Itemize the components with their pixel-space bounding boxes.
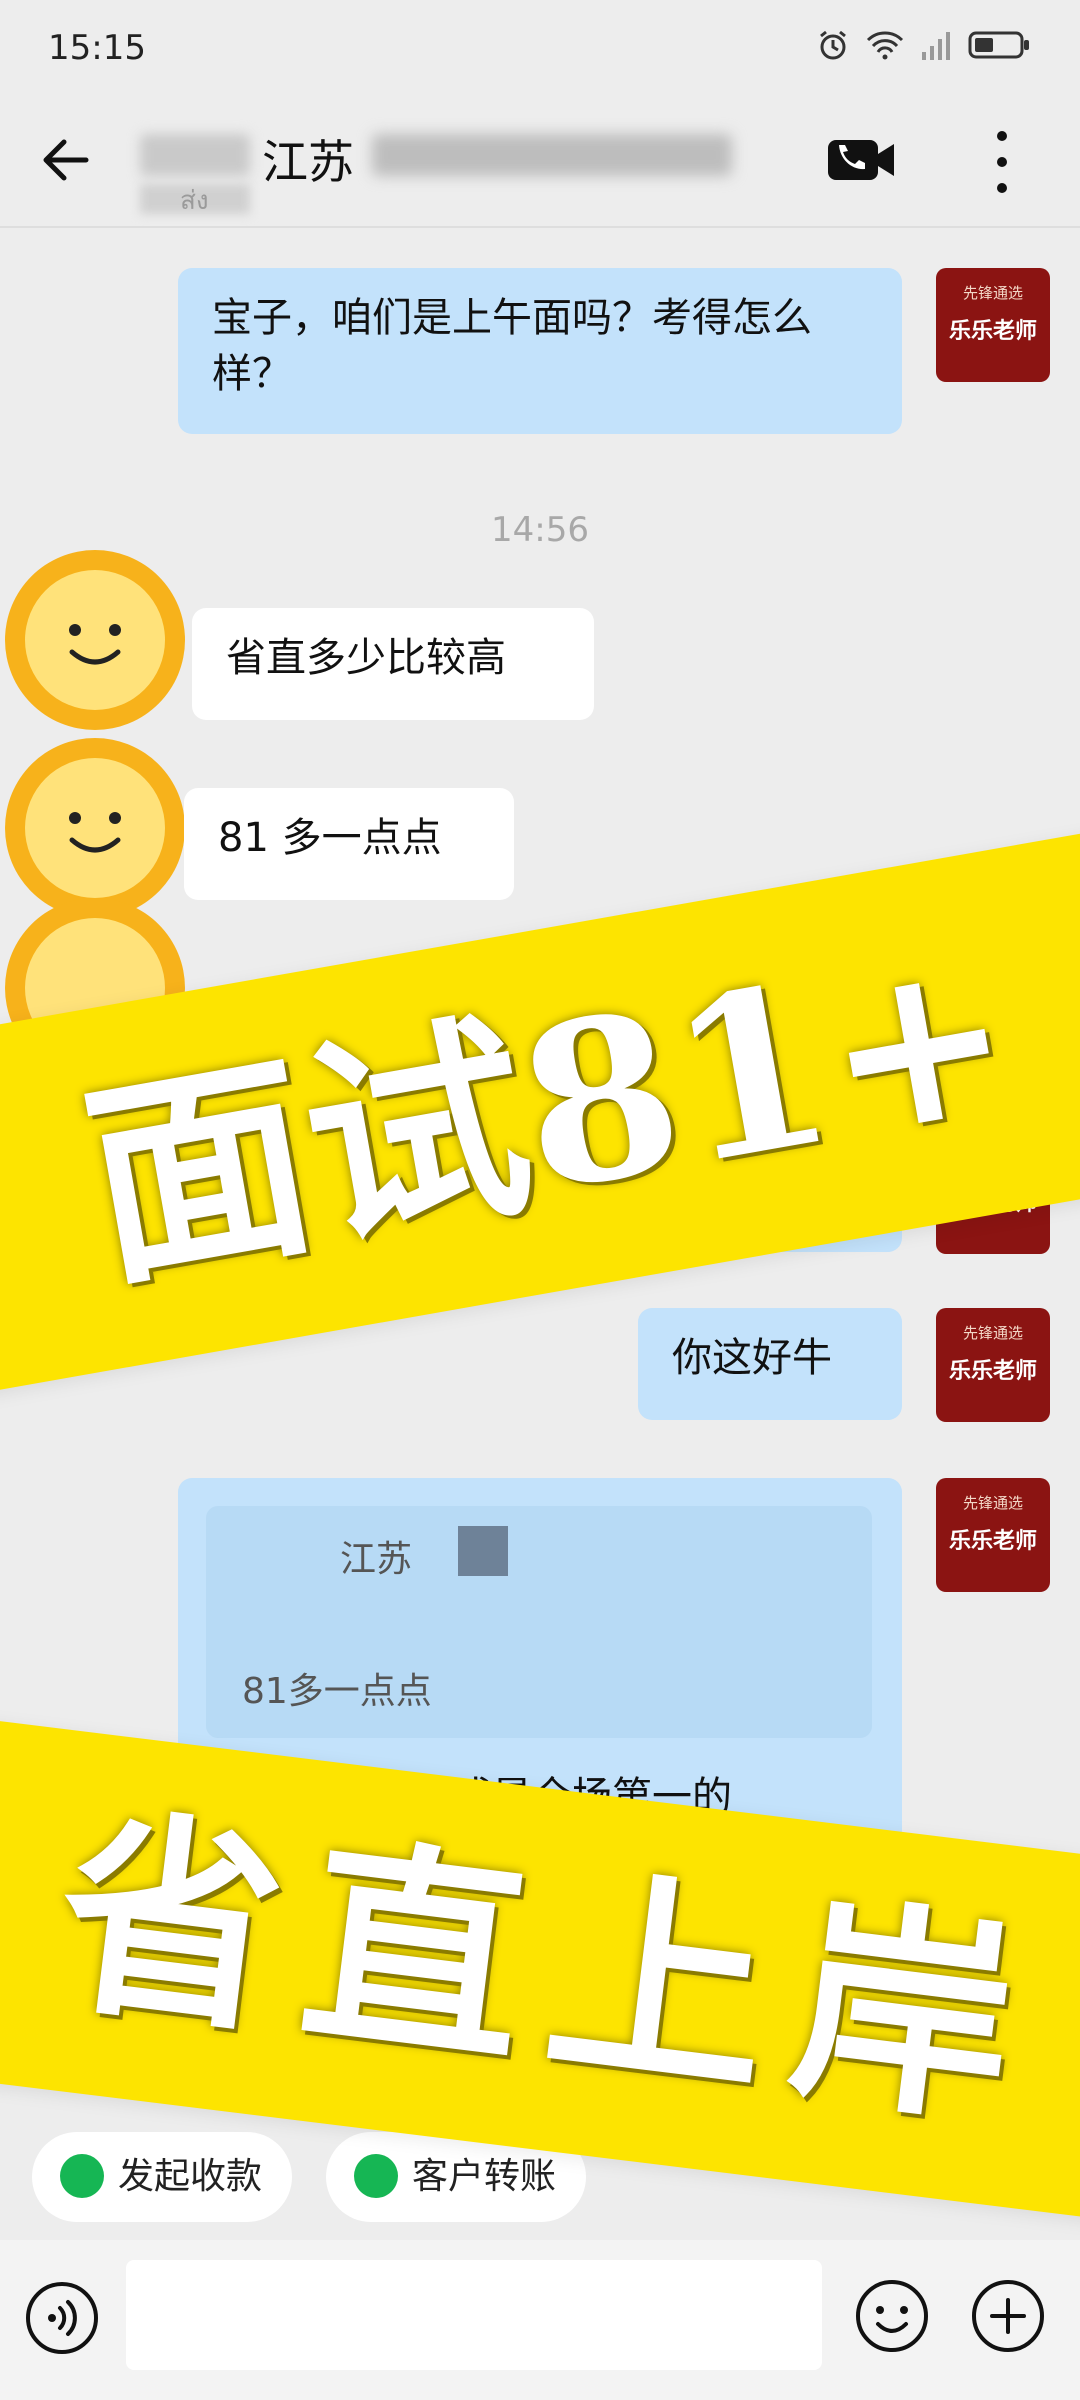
yuan-icon bbox=[60, 2154, 104, 2198]
plus-icon[interactable] bbox=[968, 2276, 1048, 2356]
title-redacted-prefix bbox=[140, 134, 250, 176]
quick-action-collect-payment[interactable]: 发起收款 bbox=[32, 2132, 293, 2222]
message-bubble[interactable]: 省直多少比较高 bbox=[192, 608, 594, 720]
message-text: 81 多一点点 bbox=[218, 815, 442, 861]
message-text: 省直多少比较高 bbox=[226, 635, 506, 681]
wifi-icon bbox=[866, 31, 904, 60]
message-bubble[interactable]: 81 多一点点 bbox=[184, 788, 514, 900]
quote-sender-redacted bbox=[458, 1526, 508, 1576]
signal-icon bbox=[922, 32, 950, 60]
transfer-icon bbox=[354, 2154, 398, 2198]
chat-title: 江苏 bbox=[262, 135, 354, 189]
avatar-name: 乐乐老师 bbox=[948, 1529, 1037, 1554]
status-bar: 15:15 bbox=[0, 0, 1080, 90]
avatar[interactable]: 先锋通选 乐乐老师 bbox=[936, 1478, 1050, 1592]
message-text: 宝子，咱们是上午面吗？考得怎么样？ bbox=[212, 295, 812, 397]
quote-sender: 江苏 bbox=[340, 1539, 413, 1580]
avatar-brand: 先锋通选 bbox=[962, 1324, 1023, 1342]
avatar[interactable]: 先锋通选 乐乐老师 bbox=[936, 1308, 1050, 1422]
message-text: 你这好牛 bbox=[672, 1335, 832, 1381]
video-call-icon[interactable] bbox=[826, 130, 896, 190]
avatar-brand: 先锋通选 bbox=[962, 284, 1023, 302]
title-redacted-suffix bbox=[372, 134, 732, 176]
status-time: 15:15 bbox=[48, 28, 146, 68]
message-input[interactable] bbox=[126, 2260, 822, 2370]
avatar[interactable]: 先锋通选 乐乐老师 bbox=[936, 268, 1050, 382]
avatar-name: 乐乐老师 bbox=[948, 319, 1037, 344]
quote-text: 81多一点点 bbox=[242, 1671, 432, 1712]
quick-action-label: 客户转账 bbox=[412, 2156, 557, 2197]
quoted-message[interactable]: 江苏 81多一点点 bbox=[206, 1506, 872, 1738]
quick-action-label: 发起收款 bbox=[118, 2156, 263, 2197]
chat-header: 江苏 ส่ง bbox=[0, 90, 1080, 228]
message-bubble[interactable]: 你这好牛 bbox=[638, 1308, 902, 1420]
voice-input-icon[interactable] bbox=[22, 2278, 102, 2358]
avatar-name: 乐乐老师 bbox=[948, 1359, 1037, 1384]
alarm-icon bbox=[820, 30, 846, 60]
avatar-brand: 先锋通选 bbox=[962, 1494, 1023, 1512]
emoji-icon[interactable] bbox=[852, 2276, 932, 2356]
battery-icon bbox=[968, 31, 1029, 59]
input-bar bbox=[0, 2240, 1080, 2400]
back-arrow-icon[interactable] bbox=[36, 130, 96, 190]
more-vertical-icon[interactable] bbox=[980, 122, 1024, 202]
sun-avatar-icon[interactable] bbox=[0, 540, 200, 740]
chat-subtitle: ส่ง bbox=[180, 186, 209, 216]
message-bubble[interactable]: 宝子，咱们是上午面吗？考得怎么样？ bbox=[178, 268, 902, 434]
status-icons bbox=[816, 28, 1032, 62]
